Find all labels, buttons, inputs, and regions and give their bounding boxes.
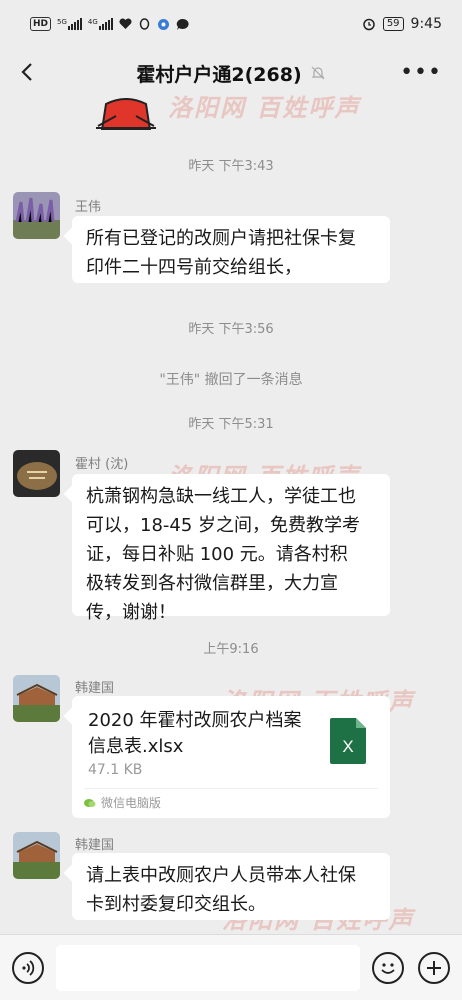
- file-source-label: 微信电脑版: [101, 796, 162, 810]
- time-stamp: 昨天 下午5:31: [188, 417, 274, 432]
- message-line: 请上表中改厕农户人员带本人社保: [86, 865, 356, 886]
- qq-icon: [139, 17, 150, 30]
- message-line: 极转发到各村微信群里，大力宣: [86, 573, 338, 594]
- battery-indicator: 59: [382, 17, 404, 31]
- message-line: 杭萧钢构急缺一线工人，学徒工也: [86, 486, 356, 507]
- message-bubble[interactable]: 请上表中改厕农户人员带本人社保 卡到村委复印交组长。: [72, 853, 390, 920]
- sender-name: 王伟: [75, 200, 102, 215]
- avatar[interactable]: [13, 192, 60, 239]
- file-name-line: 信息表.xlsx: [88, 736, 184, 757]
- chat-header: 霍村户户通2(268) •••: [0, 48, 462, 98]
- input-bar: [0, 934, 462, 1000]
- file-size: 47.1 KB: [88, 762, 143, 778]
- signal-5g-icon: 5G: [57, 18, 82, 30]
- alarm-icon: [363, 18, 375, 31]
- file-name-line: 2020 年霍村改厕农户档案: [88, 710, 302, 731]
- time-stamp: 上午9:16: [203, 642, 259, 657]
- file-source: 微信电脑版: [84, 794, 161, 811]
- excel-file-icon: X: [330, 718, 366, 764]
- message-line: 卡到村委复印交组长。: [86, 894, 266, 915]
- hd-badge: HD: [30, 17, 52, 31]
- message-line: 可以，18-45 岁之间，免费教学考: [86, 515, 361, 536]
- sender-name: 韩建国: [75, 681, 115, 696]
- sender-name: 霍村 (沈): [75, 457, 129, 472]
- browser-icon: [157, 18, 169, 30]
- signal-4g-label: 4G: [87, 18, 98, 26]
- time-stamp: 昨天 下午3:43: [188, 159, 274, 174]
- wechat-pc-icon: [84, 798, 96, 807]
- plus-icon[interactable]: [418, 952, 450, 984]
- heart-icon: [119, 18, 132, 29]
- time-stamp: 昨天 下午3:56: [188, 322, 274, 337]
- message-line: 印件二十四号前交给组长，: [86, 257, 302, 278]
- emoji-icon[interactable]: [372, 952, 404, 984]
- message-line: 传，谢谢！: [86, 602, 176, 623]
- message-bubble[interactable]: 杭萧钢构急缺一线工人，学徒工也 可以，18-45 岁之间，免费教学考 证，每日补…: [72, 474, 390, 623]
- avatar[interactable]: [13, 450, 60, 497]
- message-line: 所有已登记的改厕户请把社保卡复: [86, 228, 356, 249]
- signal-4g-icon: 4G: [88, 18, 113, 30]
- voice-icon[interactable]: [12, 952, 44, 984]
- message-input[interactable]: [56, 945, 360, 991]
- file-name: 2020 年霍村改厕农户档案 信息表.xlsx: [88, 708, 318, 760]
- more-dots-icon[interactable]: •••: [400, 60, 442, 85]
- message-line: 证，每日补贴 100 元。请各村积: [86, 544, 348, 565]
- sticker-image: [96, 98, 156, 130]
- status-time: 9:45: [410, 16, 442, 32]
- message-icon: [176, 18, 189, 30]
- bell-off-icon: [311, 66, 325, 80]
- divider: [84, 788, 378, 789]
- system-message: "王伟" 撤回了一条消息: [159, 372, 303, 388]
- chevron-left-icon[interactable]: [14, 58, 42, 86]
- status-bar: HD 5G 4G 59 9:45: [0, 0, 462, 48]
- chat-title: 霍村户户通2(268): [136, 63, 302, 86]
- file-message[interactable]: 2020 年霍村改厕农户档案 信息表.xlsx 47.1 KB X 微信电脑版: [72, 696, 390, 818]
- avatar[interactable]: [13, 675, 60, 722]
- excel-letter: X: [342, 737, 353, 756]
- signal-5g-label: 5G: [57, 18, 67, 26]
- message-bubble[interactable]: 所有已登记的改厕户请把社保卡复 印件二十四号前交给组长，: [72, 216, 390, 283]
- sender-name: 韩建国: [75, 838, 115, 853]
- avatar[interactable]: [13, 832, 60, 879]
